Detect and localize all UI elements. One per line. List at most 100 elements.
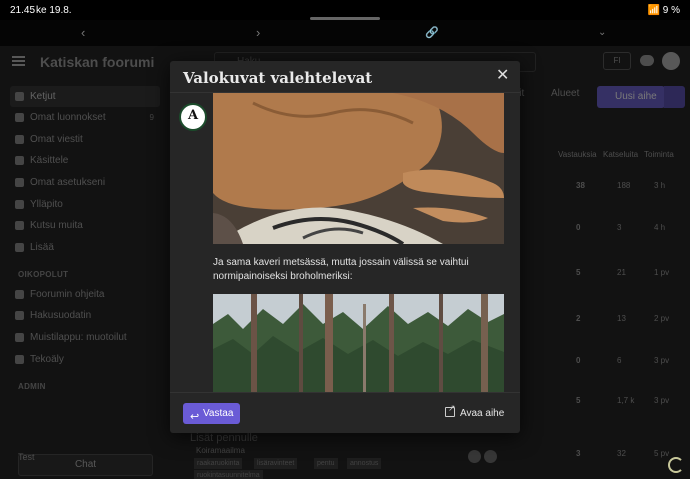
sidebar-item-label: Omat luonnokset — [30, 112, 106, 123]
nav-link-areas[interactable]: Alueet — [551, 88, 579, 99]
replies-count: 5 — [576, 396, 581, 405]
table-row[interactable]: 2 13 2 pv — [540, 314, 690, 328]
post-image-forest[interactable] — [213, 294, 504, 392]
reply-label: Vastaa — [203, 408, 234, 419]
status-bar: 21.45 ke 19.8. 📶 9 % — [0, 0, 690, 20]
gear-icon — [15, 178, 24, 187]
paper-plane-icon — [15, 221, 24, 230]
inbox-icon — [15, 135, 24, 144]
more-icon — [15, 243, 24, 252]
table-row[interactable]: 5 1,7 k 3 pv — [540, 396, 690, 410]
flag-icon — [15, 156, 24, 165]
topic-tag[interactable]: raakaruokinta — [194, 458, 243, 469]
topic-title[interactable]: Lisät pennulle — [190, 432, 258, 444]
sidebar-item-label: Ketjut — [30, 91, 56, 102]
views-count: 188 — [617, 181, 631, 190]
replies-count: 3 — [576, 449, 581, 458]
theme-selector[interactable]: Test — [18, 452, 35, 462]
chat-button[interactable]: Chat — [18, 454, 153, 476]
activity-time[interactable]: 3 pv — [654, 356, 669, 365]
chat-icon[interactable] — [640, 55, 654, 66]
sidebar-item-ai[interactable]: Tekoäly — [10, 349, 160, 370]
sidebar-section-admin[interactable]: ADMIN — [18, 382, 46, 391]
sidebar-item-more[interactable]: Lisää — [10, 237, 160, 258]
views-count: 13 — [617, 314, 626, 323]
status-time: 21.45 — [10, 5, 36, 16]
close-icon[interactable]: ✕ — [496, 68, 509, 84]
replies-count: 0 — [576, 356, 581, 365]
topic-category[interactable]: Koiramaailma — [196, 446, 245, 455]
table-row[interactable]: 0 3 4 h — [540, 223, 690, 237]
participant-avatar[interactable] — [468, 450, 481, 463]
views-count: 1,7 k — [617, 396, 635, 405]
info-icon — [15, 333, 24, 342]
sidebar-item-admin[interactable]: Ylläpito — [10, 194, 160, 215]
table-row[interactable]: 3 32 5 pv — [540, 449, 690, 463]
views-count: 32 — [617, 449, 626, 458]
sidebar-item-invite[interactable]: Kutsu muita — [10, 215, 160, 236]
new-topic-dropdown[interactable] — [664, 86, 685, 108]
column-activity[interactable]: Toiminta — [644, 150, 674, 159]
reply-icon: ↩ — [190, 411, 200, 423]
sidebar-item-review[interactable]: Käsittele — [10, 150, 160, 171]
sidebar-item-label: Ylläpito — [30, 199, 63, 210]
user-avatar[interactable] — [662, 52, 680, 70]
table-row[interactable]: 5 21 1 pv — [540, 268, 690, 282]
views-count: 6 — [617, 356, 622, 365]
activity-time[interactable]: 3 h — [654, 181, 665, 190]
replies-count: 5 — [576, 268, 581, 277]
views-count: 21 — [617, 268, 626, 277]
open-topic-link[interactable]: Avaa aihe — [445, 403, 505, 419]
poster-avatar[interactable]: A — [179, 103, 207, 131]
layers-icon — [15, 92, 24, 101]
sidebar-item-drafts[interactable]: Omat luonnokset 9 — [10, 107, 160, 128]
reply-button[interactable]: ↩ Vastaa — [183, 403, 240, 424]
sidebar-item-label: Foorumin ohjeita — [30, 289, 105, 300]
post-text: Ja sama kaveri metsässä, mutta jossain v… — [213, 257, 469, 282]
sidebar-item-ketjut[interactable]: Ketjut — [10, 86, 160, 107]
modal-body: A Ja sama kaveri metsässä, mutta jossain… — [170, 93, 520, 392]
activity-time[interactable]: 4 h — [654, 223, 665, 232]
column-views[interactable]: Katseluita — [603, 150, 638, 159]
back-icon[interactable]: ‹ — [81, 25, 85, 40]
activity-time[interactable]: 1 pv — [654, 268, 669, 277]
sidebar-item-label: Omat viestit — [30, 134, 83, 145]
status-date: ke 19.8. — [36, 5, 72, 16]
table-row[interactable]: 38 188 3 h — [540, 181, 690, 195]
forward-icon[interactable]: › — [256, 25, 260, 40]
wrench-icon — [15, 200, 24, 209]
sidebar-item-messages[interactable]: Omat viestit — [10, 129, 160, 150]
activity-time[interactable]: 2 pv — [654, 314, 669, 323]
user-icon — [15, 113, 24, 122]
sidebar-item-formatting[interactable]: Muistilappu: muotoilut — [10, 327, 160, 348]
column-replies[interactable]: Vastauksia — [558, 150, 597, 159]
status-battery: 📶 9 % — [647, 5, 680, 16]
activity-time[interactable]: 3 pv — [654, 396, 669, 405]
drafts-count: 9 — [149, 113, 154, 122]
participant-avatar[interactable] — [484, 450, 497, 463]
post-image-dog[interactable] — [213, 93, 504, 244]
topic-tag[interactable]: lisäravinteet — [254, 458, 298, 469]
link-icon[interactable]: 🔗 — [425, 26, 439, 39]
topic-tag[interactable]: annostus — [347, 458, 382, 469]
filter-icon — [15, 311, 24, 320]
robot-icon — [15, 355, 24, 364]
replies-count: 38 — [576, 181, 585, 190]
activity-time[interactable]: 5 pv — [654, 449, 669, 458]
menu-icon[interactable] — [12, 56, 25, 66]
open-topic-label: Avaa aihe — [460, 408, 505, 419]
chevron-down-icon[interactable]: ⌄ — [598, 27, 606, 38]
topic-tag[interactable]: ruokintasuunnitelma — [194, 470, 263, 479]
sidebar-item-preferences[interactable]: Omat asetukseni — [10, 172, 160, 193]
sidebar-item-help[interactable]: Foorumin ohjeita — [10, 284, 160, 305]
table-row[interactable]: 0 6 3 pv — [540, 356, 690, 370]
sidebar-section-shortcuts[interactable]: OIKOPOLUT — [18, 270, 68, 279]
topic-tag[interactable]: pentu — [314, 458, 338, 469]
new-topic-button[interactable]: Uusi aihe — [597, 86, 665, 108]
site-title[interactable]: Katiskan foorumi — [40, 54, 154, 70]
sidebar-item-label: Käsittele — [30, 155, 69, 166]
language-select[interactable]: FI — [603, 52, 631, 70]
sidebar-item-label: Kutsu muita — [30, 220, 83, 231]
views-count: 3 — [617, 223, 622, 232]
sidebar-item-filter[interactable]: Hakusuodatin — [10, 305, 160, 326]
